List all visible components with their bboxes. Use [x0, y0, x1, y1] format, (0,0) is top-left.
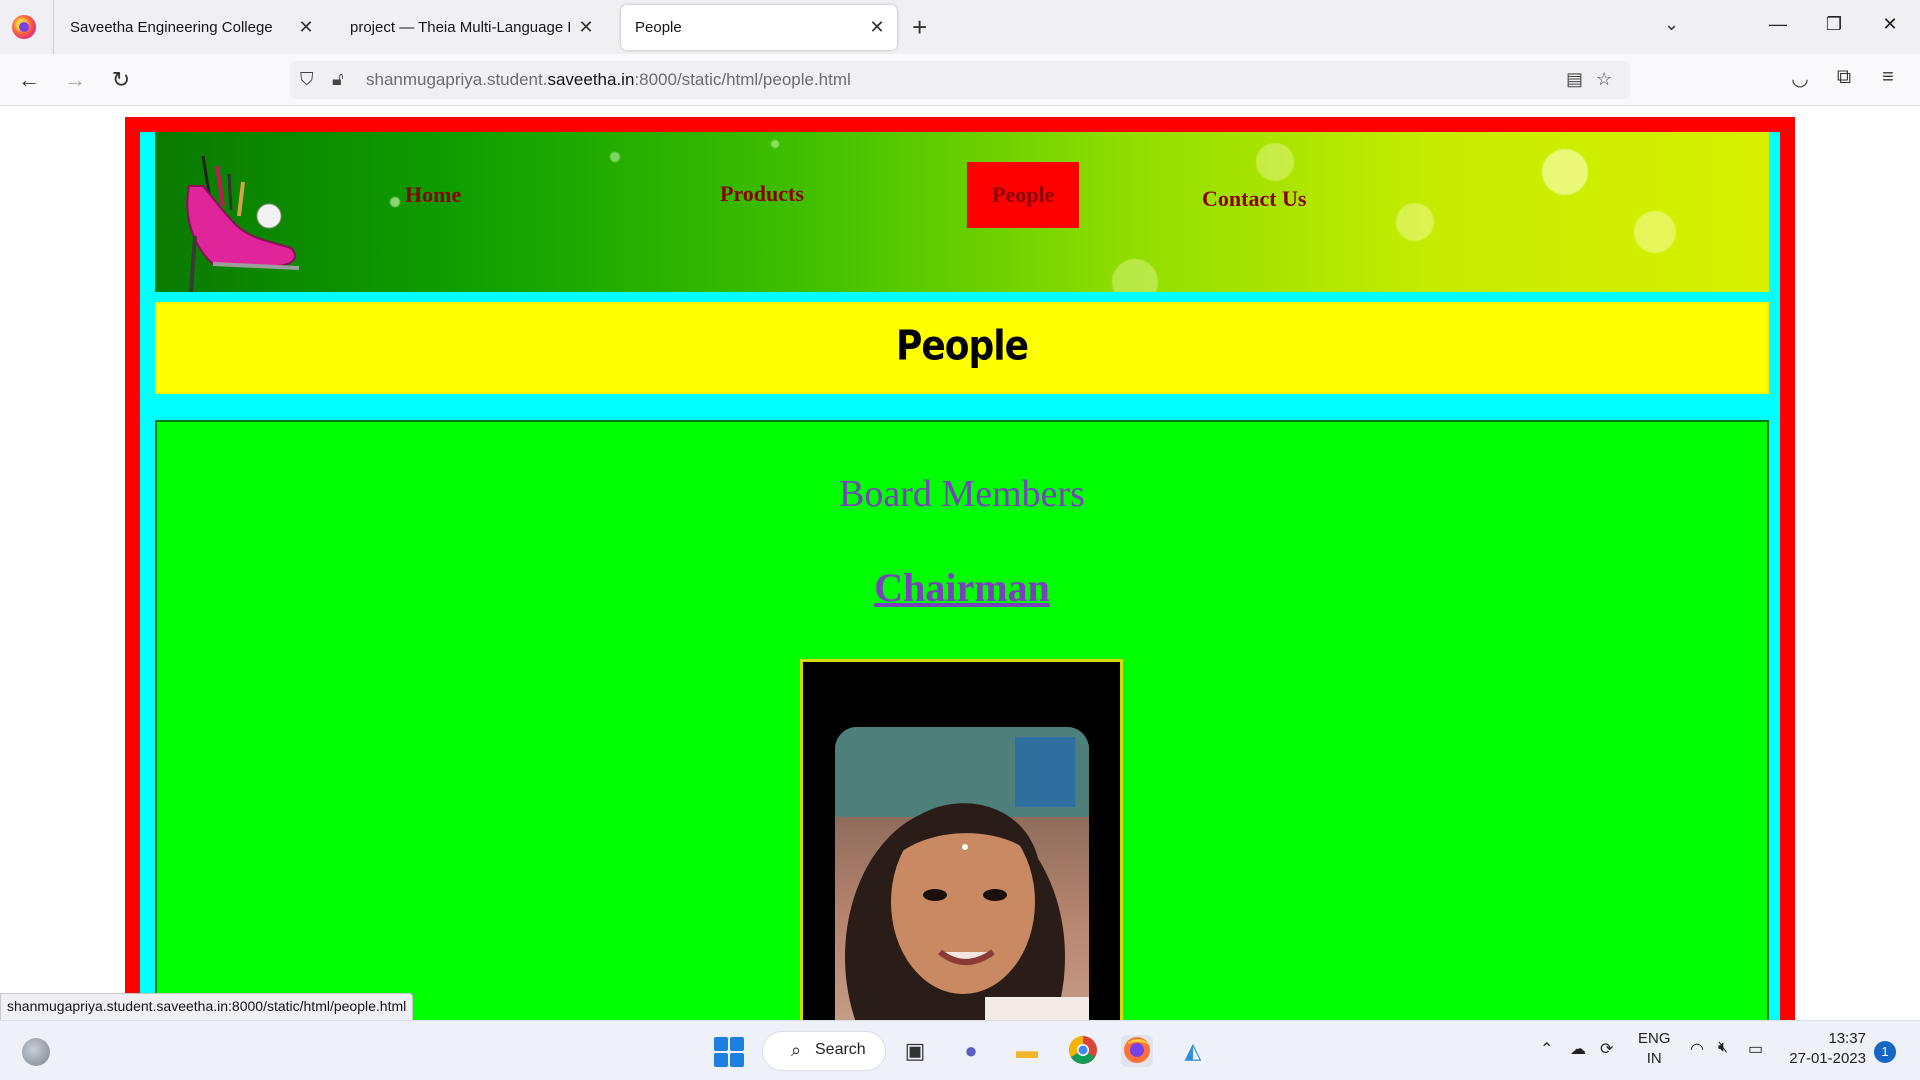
wifi-icon[interactable]: ◠: [1690, 1039, 1704, 1059]
tab-title: project — Theia Multi-Language Ex: [350, 19, 570, 36]
chairman-photo-frame: [800, 659, 1123, 1020]
taskbar-search-button[interactable]: ⌕ Search: [762, 1031, 886, 1071]
language-indicator[interactable]: ENG IN: [1638, 1029, 1671, 1069]
site-header: Home Products People Contact Us: [155, 132, 1769, 292]
language-secondary: IN: [1646, 1050, 1662, 1067]
tab-separator: [53, 0, 54, 54]
clock-time: 13:37: [1828, 1030, 1866, 1047]
pocket-icon[interactable]: ◡: [1786, 66, 1814, 91]
insecure-lock-icon[interactable]: 🔓︎: [332, 69, 344, 90]
photos-icon[interactable]: ◭: [1177, 1035, 1209, 1067]
chrome-logo: [1069, 1036, 1097, 1064]
weather-widget-icon[interactable]: [22, 1038, 50, 1066]
show-hidden-icons-chevron-icon[interactable]: ⌃: [1540, 1039, 1553, 1059]
windows-start-icon[interactable]: [714, 1037, 744, 1067]
close-window-icon[interactable]: ✕: [1878, 14, 1902, 35]
board-members-section: Board Members Chairman: [155, 420, 1769, 1020]
volume-muted-icon[interactable]: 🔇︎: [1718, 1039, 1728, 1057]
address-bar[interactable]: ⛉ 🔓︎ shanmugapriya.student.saveetha.in:8…: [290, 61, 1630, 99]
page-title-band: People: [155, 302, 1769, 394]
link-status-url: shanmugapriya.student.saveetha.in:8000/s…: [0, 993, 414, 1021]
app-menu-icon[interactable]: ≡: [1874, 66, 1902, 89]
url-prefix: shanmugapriya.student.: [366, 70, 548, 89]
shield-icon[interactable]: ⛉: [300, 69, 314, 90]
page-viewport: Home Products People Contact Us People B…: [0, 107, 1920, 1020]
nav-people-link[interactable]: People: [967, 162, 1080, 228]
firefox-logo: [1124, 1037, 1150, 1063]
sync-icon[interactable]: ⟳: [1600, 1039, 1613, 1059]
firefox-icon[interactable]: [1121, 1035, 1153, 1067]
extensions-icon[interactable]: ⧉: [1830, 66, 1858, 89]
chairman-heading: Chairman: [874, 565, 1050, 610]
windows-taskbar: ⌕ Search ▣ ● ▬ ◭ ⌃ ☁ ⟳ ENG IN ◠ 🔇︎ ▭ 13:…: [0, 1020, 1920, 1080]
restore-icon[interactable]: ❐: [1822, 14, 1846, 35]
file-explorer-icon[interactable]: ▬: [1011, 1035, 1043, 1067]
nav-products-link[interactable]: Products: [720, 181, 804, 207]
close-tab-icon[interactable]: ✕: [296, 17, 316, 37]
page-title: People: [895, 322, 1029, 371]
portrait-illustration: [835, 727, 1089, 1020]
close-tab-icon[interactable]: ✕: [576, 17, 596, 37]
task-view-icon[interactable]: ▣: [899, 1035, 931, 1067]
clock-date: 27-01-2023: [1789, 1050, 1866, 1067]
close-tab-icon[interactable]: ✕: [867, 17, 887, 37]
list-all-tabs-chevron-icon[interactable]: ⌄: [1664, 14, 1679, 35]
tab-title: Saveetha Engineering College: [70, 19, 273, 36]
new-tab-button[interactable]: +: [912, 12, 927, 42]
tab-theia-project[interactable]: project — Theia Multi-Language Ex ✕: [336, 5, 606, 50]
outer-red-frame: Home Products People Contact Us People B…: [125, 117, 1795, 1020]
nav-contact-us-link[interactable]: Contact Us: [1202, 186, 1307, 212]
forward-arrow-icon[interactable]: →: [60, 66, 90, 94]
reload-icon[interactable]: ↻: [106, 66, 136, 94]
language-primary: ENG: [1638, 1030, 1671, 1047]
teams-chat-icon[interactable]: ●: [955, 1035, 987, 1067]
section-title: Board Members: [839, 473, 1085, 515]
tab-saveetha[interactable]: Saveetha Engineering College ✕: [56, 5, 326, 50]
navigation-toolbar: ← → ↻ ⛉ 🔓︎ shanmugapriya.student.saveeth…: [0, 54, 1920, 106]
back-arrow-icon[interactable]: ←: [14, 66, 44, 94]
battery-icon[interactable]: ▭: [1748, 1039, 1763, 1059]
search-icon: ⌕: [791, 1040, 802, 1060]
bookmark-star-icon[interactable]: ☆: [1596, 69, 1612, 90]
shoe-cosmetics-logo: [186, 155, 300, 292]
onedrive-cloud-icon[interactable]: ☁: [1570, 1039, 1586, 1059]
url-text[interactable]: shanmugapriya.student.saveetha.in:8000/s…: [366, 70, 851, 90]
search-label: Search: [815, 1041, 866, 1058]
tab-title: People: [635, 19, 682, 36]
reader-view-icon[interactable]: ▤: [1566, 69, 1583, 90]
tab-people[interactable]: People ✕: [621, 5, 897, 50]
tab-bar: Saveetha Engineering College ✕ project —…: [0, 0, 1920, 54]
url-host: saveetha.in: [547, 70, 635, 89]
inner-cyan-frame: Home Products People Contact Us People B…: [140, 132, 1780, 1020]
url-suffix: :8000/static/html/people.html: [634, 70, 851, 89]
notification-badge[interactable]: 1: [1874, 1041, 1896, 1063]
chairman-photo: [835, 727, 1089, 1020]
system-clock[interactable]: 13:37 27-01-2023: [1786, 1029, 1866, 1069]
chrome-icon[interactable]: [1067, 1035, 1099, 1067]
firefox-menu-icon[interactable]: [12, 15, 36, 39]
minimize-icon[interactable]: —: [1766, 14, 1790, 35]
nav-home-link[interactable]: Home: [405, 182, 461, 208]
